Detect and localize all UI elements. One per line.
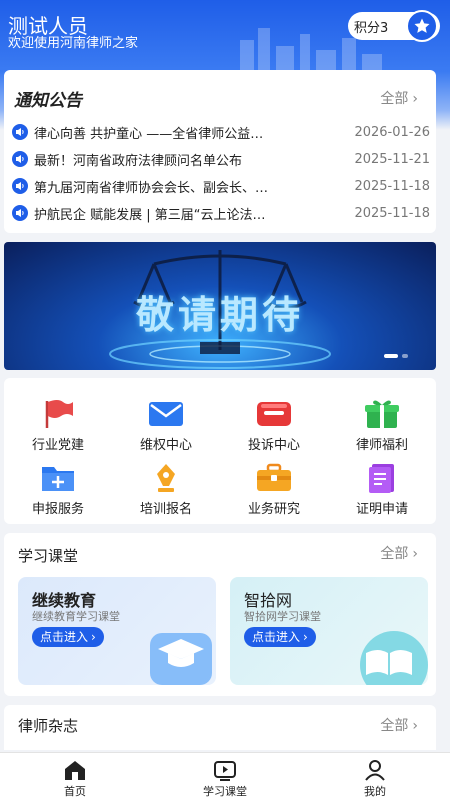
chevron-right-icon: › — [303, 630, 308, 644]
speaker-icon — [12, 178, 28, 194]
grid-item-certificate-request[interactable]: 证明申请 — [328, 462, 436, 524]
carousel-dots — [384, 354, 408, 358]
points-badge[interactable]: 积分3 — [348, 10, 440, 42]
grid-item-label: 投诉中心 — [247, 438, 300, 453]
chevron-right-icon: › — [412, 91, 418, 107]
grid-item-rights-center[interactable]: 维权中心 — [112, 398, 220, 460]
video-play-icon — [214, 761, 236, 781]
grid-item-label: 行业党建 — [31, 438, 84, 453]
course-enter-label: 点击进入 — [252, 630, 301, 644]
grid-item-label: 维权中心 — [139, 438, 192, 453]
notice-item-text: 律心向善 共护童心 ——全省律师公益… — [34, 126, 264, 142]
chevron-right-icon: › — [412, 718, 418, 734]
notice-item-text: 最新！河南省政府法律顾问名单公布 — [34, 153, 243, 169]
notice-item-date: 2025-11-18 — [354, 178, 430, 194]
open-book-icon — [360, 631, 428, 685]
speaker-icon — [12, 205, 28, 221]
notice-more-link[interactable]: 全部 › — [380, 88, 418, 108]
notice-item-date: 2025-11-18 — [354, 205, 430, 221]
carousel-dot[interactable] — [402, 354, 408, 358]
study-section: 学习课堂 全部 › 继续教育 继续教育学习课堂 点击进入 › 智拾网 智拾网学习课堂… — [4, 533, 436, 696]
course-card-zhishi-net[interactable]: 智拾网 智拾网学习课堂 点击进入 › — [230, 577, 428, 685]
nav-item-study[interactable]: 学习课堂 — [150, 753, 300, 800]
notice-item[interactable]: 律心向善 共护童心 ——全省律师公益… 2026-01-26 — [12, 121, 430, 143]
home-icon — [65, 761, 85, 780]
course-enter-button[interactable]: 点击进入 › — [244, 627, 316, 647]
study-more-label: 全部 — [380, 546, 409, 562]
star-icon — [406, 10, 438, 42]
notice-item-date: 2025-11-21 — [354, 151, 430, 167]
course-card-continuing-education[interactable]: 继续教育 继续教育学习课堂 点击进入 › — [18, 577, 216, 685]
user-icon — [365, 760, 385, 781]
speaker-icon — [12, 124, 28, 140]
grid-item-declaration-service[interactable]: 申报服务 — [4, 462, 112, 524]
folder-plus-icon — [42, 467, 74, 491]
speaker-icon — [12, 151, 28, 167]
magazine-more-link[interactable]: 全部 › — [380, 715, 418, 735]
nav-item-home[interactable]: 首页 — [0, 753, 150, 800]
briefcase-icon — [257, 463, 291, 491]
notice-title: 通知公告 — [14, 91, 82, 111]
graduation-cap-icon — [150, 633, 212, 685]
magazine-section-title: 律师杂志 — [18, 717, 79, 735]
nav-item-mine[interactable]: 我的 — [300, 753, 450, 800]
grid-item-complaint-center[interactable]: 投诉中心 — [220, 398, 328, 460]
notice-item-text: 护航民企 赋能发展 | 第三届“云上论法… — [34, 207, 266, 223]
notice-item-text: 第九届河南省律师协会会长、副会长、… — [34, 180, 269, 196]
magazine-section: 律师杂志 全部 › — [4, 705, 436, 750]
course-enter-label: 点击进入 — [40, 630, 89, 644]
grid-item-label: 培训报名 — [139, 502, 192, 517]
envelope-icon — [149, 402, 183, 426]
nav-item-label: 学习课堂 — [203, 785, 247, 798]
gift-icon — [365, 400, 399, 428]
course-subtitle: 继续教育学习课堂 — [32, 610, 120, 623]
grid-item-label: 证明申请 — [355, 502, 408, 517]
document-icon — [369, 464, 394, 493]
chevron-right-icon: › — [91, 630, 96, 644]
notice-card: 通知公告 全部 › 律心向善 共护童心 ——全省律师公益… 2026-01-26 … — [4, 70, 436, 233]
notice-item[interactable]: 护航民企 赋能发展 | 第三届“云上论法… 2025-11-18 — [12, 202, 430, 224]
grid-item-business-research[interactable]: 业务研究 — [220, 462, 328, 524]
study-section-title: 学习课堂 — [18, 547, 79, 565]
points-label: 积分3 — [354, 20, 389, 36]
banner-text: 敬请期待 — [135, 293, 304, 337]
carousel-dot-active[interactable] — [384, 354, 398, 358]
notice-item-date: 2026-01-26 — [354, 124, 430, 140]
grid-item-lawyer-benefits[interactable]: 律师福利 — [328, 398, 436, 460]
chevron-right-icon: › — [412, 546, 418, 562]
course-enter-button[interactable]: 点击进入 › — [32, 627, 104, 647]
grid-item-party-building[interactable]: 行业党建 — [4, 398, 112, 460]
bottom-navigation: 首页 学习课堂 我的 — [0, 752, 450, 800]
welcome-text: 欢迎使用河南律师之家 — [8, 36, 139, 51]
grid-item-label: 律师福利 — [355, 438, 408, 453]
feature-grid: 行业党建 维权中心 投诉中心 律师福利 申报服务 培训报名 业务研究 证明申请 — [4, 378, 436, 524]
magazine-more-label: 全部 — [380, 718, 409, 734]
notice-item[interactable]: 第九届河南省律师协会会长、副会长、… 2025-11-18 — [12, 175, 430, 197]
grid-item-training-signup[interactable]: 培训报名 — [112, 462, 220, 524]
notice-more-label: 全部 — [380, 91, 409, 107]
nav-item-label: 我的 — [364, 785, 386, 798]
pen-nib-icon — [157, 464, 175, 492]
promo-banner[interactable]: 敬请期待 — [4, 242, 436, 370]
notice-item[interactable]: 最新！河南省政府法律顾问名单公布 2025-11-21 — [12, 148, 430, 170]
study-more-link[interactable]: 全部 › — [380, 543, 418, 563]
red-flag-icon — [45, 400, 73, 428]
course-subtitle: 智拾网学习课堂 — [244, 610, 321, 623]
grid-item-label: 业务研究 — [247, 502, 300, 517]
grid-item-label: 申报服务 — [31, 502, 84, 517]
nav-item-label: 首页 — [64, 785, 86, 798]
complaint-box-icon — [257, 402, 291, 426]
